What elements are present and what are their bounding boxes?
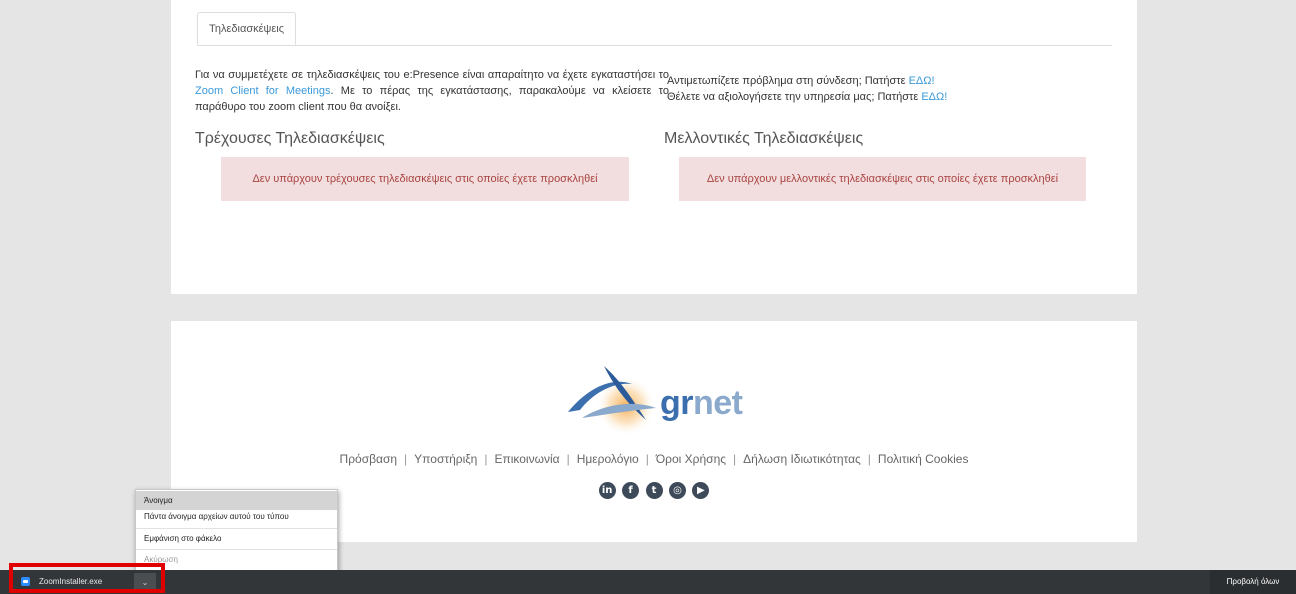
future-meetings-title: Μελλοντικές Τηλεδιασκέψεις [664,130,864,147]
footer-link-support[interactable]: Υποστήριξη [414,452,477,466]
footer-separator: | [484,452,488,466]
footer-link-privacy[interactable]: Δήλωση Ιδιωτικότητας [743,452,861,466]
footer-links: Πρόσβαση | Υποστήριξη | Επικοινωνία | Ημερολόγ… [171,452,1137,466]
youtube-icon[interactable]: ▶ [692,482,710,500]
grnet-swoosh-icon [568,366,656,436]
tab-bar: Τηλεδιασκέψεις [197,12,1112,46]
connection-problem-text: Αντιμετωπίζετε πρόβλημα στη σύνδεση; Πατ… [667,75,909,87]
twitter-icon[interactable]: t [645,482,663,500]
footer-separator: | [645,452,649,466]
footer-link-access[interactable]: Πρόσβαση [340,452,398,466]
footer-link-terms[interactable]: Όροι Χρήσης [656,452,726,466]
menu-item-show-in-folder[interactable]: Εμφάνιση στο φάκελο [136,528,337,547]
footer-separator: | [733,452,737,466]
linkedin-icon[interactable]: in [598,482,616,500]
intro-text: Για να συμμετέχετε σε τηλεδιασκέψεις του… [195,67,669,115]
footer-link-cookies[interactable]: Πολιτική Cookies [878,452,969,466]
logo-gr: gr [660,384,694,422]
grnet-logo[interactable]: grnet [564,360,744,440]
footer-separator: | [404,452,408,466]
zoom-client-link[interactable]: Zoom Client for Meetings [195,85,330,97]
highlight-box [9,563,165,593]
current-meetings-title: Τρέχουσες Τηλεδιασκέψεις [195,130,385,147]
menu-item-cancel[interactable]: Ακύρωση [136,549,337,568]
tab-teleconferences[interactable]: Τηλεδιασκέψεις [197,12,297,45]
download-bar: ZoomInstaller.exe ⌄ Προβολή όλων [0,570,1296,594]
facebook-icon[interactable]: f [622,482,640,500]
rate-service-line: Θέλετε να αξιολογήσετε την υπηρεσία μας;… [667,89,947,105]
grnet-wordmark: grnet [660,384,743,423]
footer-separator: | [867,452,871,466]
instagram-icon[interactable]: ◎ [668,482,686,500]
intro-text-part1: Για να συμμετέχετε σε τηλεδιασκέψεις του… [195,69,669,81]
help-text: Αντιμετωπίζετε πρόβλημα στη σύνδεση; Πατ… [667,73,947,105]
view-all-button[interactable]: Προβολή όλων [1210,570,1296,594]
connection-problem-link[interactable]: ΕΔΩ! [909,75,935,87]
rate-service-link[interactable]: ΕΔΩ! [921,91,947,103]
download-context-menu: Άνοιγμα Πάντα άνοιγμα αρχείων αυτού του … [135,489,338,572]
future-meetings-empty-alert: Δεν υπάρχουν μελλοντικές τηλεδιασκέψεις … [679,157,1086,201]
logo-net: net [693,384,743,422]
footer-link-calendar[interactable]: Ημερολόγιο [577,452,639,466]
footer-link-contact[interactable]: Επικοινωνία [494,452,559,466]
rate-service-text: Θέλετε να αξιολογήσετε την υπηρεσία μας;… [667,91,922,103]
footer-separator: | [566,452,570,466]
current-meetings-empty-alert: Δεν υπάρχουν τρέχουσες τηλεδιασκέψεις στ… [221,157,629,201]
menu-item-always-open[interactable]: Πάντα άνοιγμα αρχείων αυτού του τύπου [136,507,337,526]
meetings-panel: Τηλεδιασκέψεις Για να συμμετέχετε σε τηλ… [171,0,1137,294]
connection-problem-line: Αντιμετωπίζετε πρόβλημα στη σύνδεση; Πατ… [667,73,947,89]
